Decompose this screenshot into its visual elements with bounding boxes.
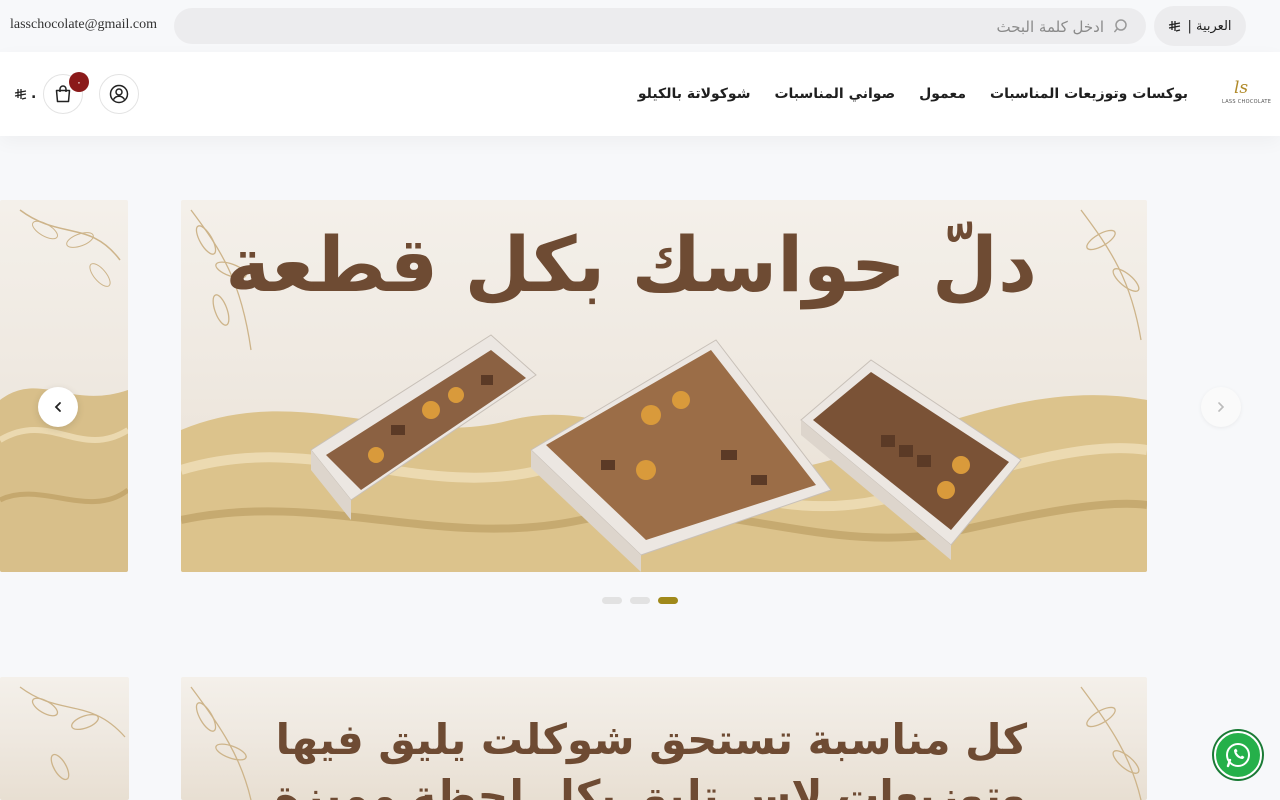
main-menu: بوكسات وتوزيعات المناسبات معمول صواني ال… xyxy=(638,86,1188,102)
search-bar[interactable] xyxy=(174,8,1146,46)
cart-total[interactable]: . xyxy=(14,86,36,102)
hero-slide-main[interactable]: دلّ حواسك بكل قطعة xyxy=(181,200,1147,572)
slider-dot[interactable] xyxy=(602,597,622,604)
leaf-decoration xyxy=(19,686,126,781)
whatsapp-button[interactable] xyxy=(1214,731,1262,779)
contact-email[interactable]: lasschocolate@gmail.com xyxy=(10,17,157,33)
slider-dot[interactable] xyxy=(630,597,650,604)
riyal-icon xyxy=(14,88,27,100)
search-input[interactable] xyxy=(202,8,1106,46)
slider-pagination xyxy=(602,597,678,604)
chevron-right-icon xyxy=(1218,402,1225,412)
slider-prev-button[interactable] xyxy=(38,387,78,427)
brand-logo[interactable]: ls LASS CHOCOLATE xyxy=(1222,78,1272,108)
top-bar: lasschocolate@gmail.com العربية | xyxy=(0,0,1280,52)
whatsapp-icon xyxy=(1226,743,1250,768)
hero-headline: دلّ حواسك بكل قطعة xyxy=(225,220,1037,309)
riyal-icon xyxy=(1169,20,1181,32)
language-switcher[interactable]: العربية | xyxy=(1154,6,1246,46)
cart-total-value: . xyxy=(31,86,37,102)
cart-count-badge: ٠ xyxy=(69,72,89,92)
search-icon[interactable] xyxy=(1114,18,1130,34)
promo-headline-line-1: كل مناسبة تستحق شوكلت يليق فيها xyxy=(275,715,1027,764)
nav-item-boxes[interactable]: بوكسات وتوزيعات المناسبات xyxy=(990,86,1188,102)
user-icon xyxy=(109,84,129,104)
promo-slide-2[interactable]: كل مناسبة تستحق شوكلت يليق فيها وتوزيعات… xyxy=(181,677,1147,800)
nav-item-maamoul[interactable]: معمول xyxy=(919,86,966,102)
slide-peek-right xyxy=(1200,200,1280,572)
slider-dot-active[interactable] xyxy=(658,597,678,604)
slider-next-button[interactable] xyxy=(1201,387,1241,427)
account-button[interactable] xyxy=(99,74,139,114)
nav-item-chocolate-by-kilo[interactable]: شوكولاتة بالكيلو xyxy=(638,86,751,102)
nav-item-trays[interactable]: صواني المناسبات xyxy=(774,86,895,102)
slide-peek-left[interactable] xyxy=(0,200,128,572)
language-label: العربية | xyxy=(1187,18,1232,34)
slide-2-peek-left[interactable] xyxy=(0,677,129,800)
chevron-left-icon xyxy=(54,402,61,412)
logo-text: LASS CHOCOLATE xyxy=(1222,99,1272,105)
logo-mark: ls xyxy=(1234,78,1249,98)
promo-headline-line-2: وتوزيعات لاس تليق بكل لحظة مميزة xyxy=(274,771,1027,800)
leaf-decoration xyxy=(0,209,128,572)
